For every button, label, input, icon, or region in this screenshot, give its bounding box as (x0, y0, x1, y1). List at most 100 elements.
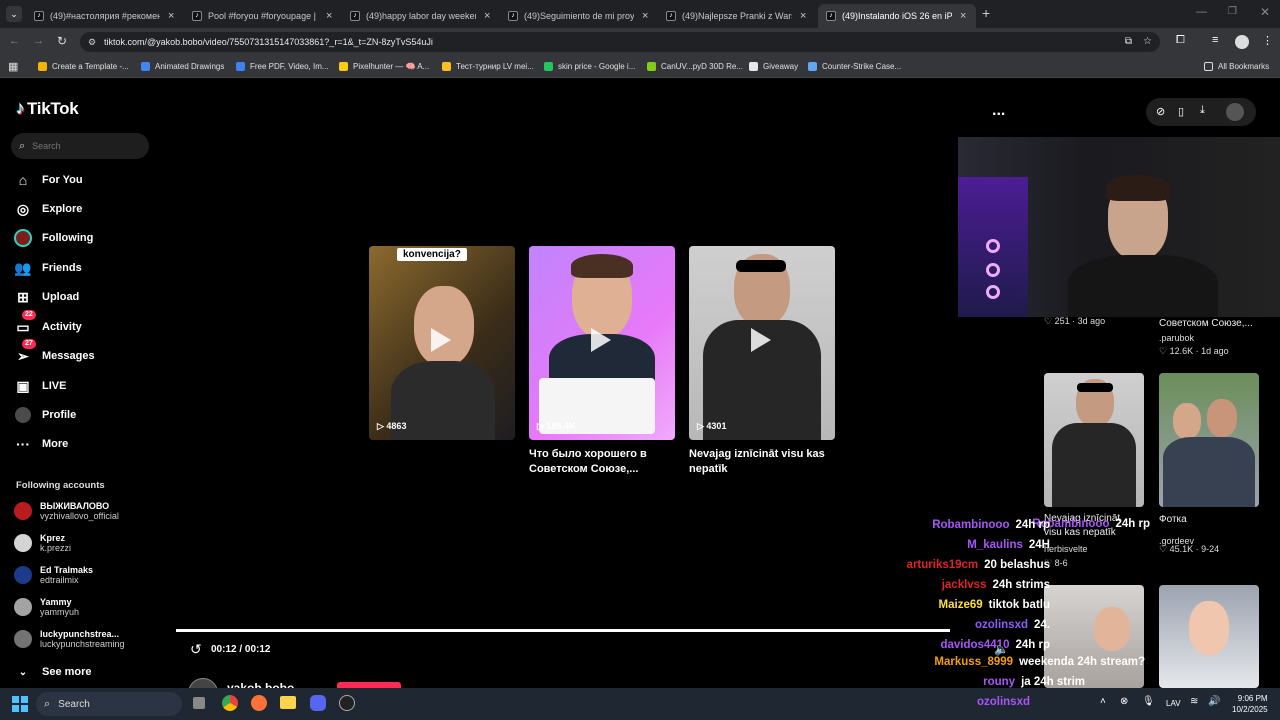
close-tab-icon[interactable]: × (642, 10, 648, 22)
bookmark-item[interactable]: CanUV...pyD 30D Re... (647, 62, 743, 71)
bookmark-item[interactable]: Create a Template -... (38, 62, 129, 71)
tiktok-logo[interactable]: ♪ TikTok (16, 98, 79, 119)
close-window-icon[interactable]: ✕ (1260, 5, 1270, 19)
chat-message: rouny ja 24h strim (983, 676, 1085, 688)
nav-for-you[interactable]: ⌂ For You (14, 171, 83, 189)
extensions-icon[interactable]: ⧠ (1176, 34, 1185, 47)
taskbar-clock[interactable]: 9:06 PM 10/2/2025 (1232, 693, 1268, 715)
search-input[interactable] (32, 141, 133, 151)
browser-menu-icon[interactable]: ⋮ (1262, 34, 1273, 47)
following-account[interactable]: luckypunchstrea... luckypunchstreaming (14, 629, 125, 649)
card-caption[interactable]: Советском Союзе,... (1159, 316, 1253, 331)
close-tab-icon[interactable]: × (326, 10, 332, 22)
bookmark-item[interactable]: Animated Drawings (141, 62, 224, 71)
site-info-icon[interactable]: ⚙ (88, 32, 96, 52)
media-icon[interactable]: ≡ (1212, 34, 1218, 46)
user-avatar[interactable] (1226, 103, 1244, 121)
all-bookmarks-label: All Bookmarks (1218, 62, 1270, 71)
nav-messages[interactable]: ➢ 27 Messages (14, 339, 95, 365)
language-indicator[interactable]: LAV (1166, 699, 1181, 708)
nav-explore[interactable]: ◎ Explore (14, 200, 82, 218)
video-caption[interactable]: Nevajag iznīcināt visu kas nepatīk (689, 447, 839, 477)
nav-upload[interactable]: ⊞ Upload (14, 288, 79, 306)
network-icon[interactable]: ⊗ (1120, 696, 1128, 707)
close-tab-icon[interactable]: × (168, 10, 174, 22)
bookmark-item[interactable]: Pixelhunter — 🧠 A... (339, 62, 429, 71)
see-more-button[interactable]: ⌄ See more (14, 663, 92, 681)
steam-icon[interactable] (339, 695, 355, 711)
bookmark-label: Free PDF, Video, Im... (250, 62, 329, 71)
video-progress-track[interactable] (176, 629, 950, 632)
card-caption[interactable]: Фотка (1159, 512, 1187, 527)
bookmark-item[interactable]: Тест-турнир LV mei... (442, 62, 534, 71)
device-icon[interactable]: ▯ (1178, 105, 1184, 118)
nav-profile[interactable]: Profile (14, 406, 76, 424)
install-app-icon[interactable]: ⧉ (1125, 32, 1132, 52)
view-count: ▷ 4301 (697, 421, 727, 431)
profile-avatar[interactable] (1235, 35, 1249, 49)
nav-activity[interactable]: ▭ 22 Activity (14, 310, 82, 336)
video-more-button[interactable]: ... (992, 102, 1005, 120)
browser-tab-active[interactable]: ♪ (49)Instalando iOS 26 en iPhon × (818, 4, 976, 28)
wifi-icon[interactable]: ≋ (1190, 696, 1198, 707)
tiktok-favicon-icon: ♪ (826, 11, 836, 21)
following-account[interactable]: Kprez k.prezzi (14, 533, 71, 553)
browser-tab[interactable]: ♪ Pool #foryou #foryoupage | Tik × (184, 4, 342, 28)
maximize-window-icon[interactable]: ❐ (1228, 6, 1237, 17)
close-tab-icon[interactable]: × (960, 10, 966, 22)
recommended-video-card[interactable] (1044, 373, 1144, 507)
speaker-icon[interactable]: 🔊 (1208, 696, 1220, 707)
replay-icon[interactable]: ↺ (190, 641, 202, 658)
chrome-icon[interactable] (222, 695, 238, 711)
taskbar-search[interactable]: ⌕ Search (36, 692, 182, 716)
close-tab-icon[interactable]: × (484, 10, 490, 22)
browser-tab[interactable]: ♪ (49)#настолярия #рекоменда... × (26, 4, 184, 28)
chat-message: ozolinsxd 24. (975, 619, 1050, 631)
bookmark-star-icon[interactable]: ☆ (1143, 32, 1152, 52)
nav-following[interactable]: Following (14, 229, 93, 247)
file-explorer-icon[interactable] (280, 696, 296, 709)
windows-start-icon[interactable] (12, 696, 28, 712)
chat-message: Maize69 tiktok batlu (939, 599, 1050, 611)
apps-grid-icon[interactable]: ▦ (8, 60, 18, 73)
video-thumbnail[interactable]: ▷ 4301 (689, 246, 835, 440)
browser-tab[interactable]: ♪ (49)happy labor day weekend × (342, 4, 500, 28)
video-thumbnail[interactable]: ▷ 189.4K (529, 246, 675, 440)
following-account[interactable]: ВЫЖИВАЛОВО vyzhivallovo_official (14, 501, 119, 521)
task-view-icon[interactable] (193, 697, 205, 709)
browser-tab[interactable]: ♪ (49)Najlepsze Pranki z Warszaw × (658, 4, 816, 28)
tab-list-button[interactable]: ⌄ (6, 6, 22, 22)
discord-icon[interactable] (310, 695, 326, 711)
address-bar[interactable]: ⚙ tiktok.com/@yakob.bobo/video/755073131… (80, 32, 1160, 52)
following-account[interactable]: Ed Tralmaks edtrailmix (14, 565, 93, 585)
more-icon: ··· (16, 436, 30, 452)
coin-icon[interactable]: ⊘ (1156, 105, 1165, 118)
tray-chevron-icon[interactable]: ˄ (1100, 696, 1106, 707)
recommended-video-card[interactable] (1159, 585, 1259, 688)
reload-icon[interactable]: ↻ (57, 34, 67, 48)
nav-live[interactable]: ▣ LIVE (14, 377, 66, 395)
bookmark-item[interactable]: Giveaway (749, 62, 798, 71)
firefox-icon[interactable] (251, 695, 267, 711)
close-tab-icon[interactable]: × (800, 10, 806, 22)
forward-icon[interactable]: → (33, 35, 44, 47)
recommended-video-card[interactable] (1159, 373, 1259, 507)
new-tab-button[interactable]: + (982, 5, 990, 21)
back-icon[interactable]: ← (9, 35, 20, 47)
microphone-icon[interactable]: 🎙 (1142, 696, 1155, 707)
bookmark-item[interactable]: Free PDF, Video, Im... (236, 62, 329, 71)
video-thumbnail[interactable]: konvencija? ▷ 4863 (369, 246, 515, 440)
nav-friends[interactable]: 👥 Friends (14, 259, 82, 277)
all-bookmarks-button[interactable]: All Bookmarks (1204, 62, 1269, 71)
bookmark-item[interactable]: Counter-Strike Case... (808, 62, 901, 71)
search-box[interactable]: ⌕ (11, 133, 149, 159)
minimize-window-icon[interactable]: — (1196, 6, 1207, 18)
nav-more[interactable]: ··· More (14, 435, 68, 453)
volume-icon[interactable]: 🔈 (994, 642, 1009, 656)
bookmark-item[interactable]: skin price - Google i... (544, 62, 635, 71)
nav-label: Friends (42, 262, 82, 274)
browser-tab[interactable]: ♪ (49)Seguimiento de mi proyect × (500, 4, 658, 28)
following-account[interactable]: Yammy yammyuh (14, 597, 79, 617)
download-icon[interactable]: ⤓ (1200, 104, 1205, 117)
video-caption[interactable]: Что было хорошего в Советском Союзе,... (529, 447, 679, 477)
